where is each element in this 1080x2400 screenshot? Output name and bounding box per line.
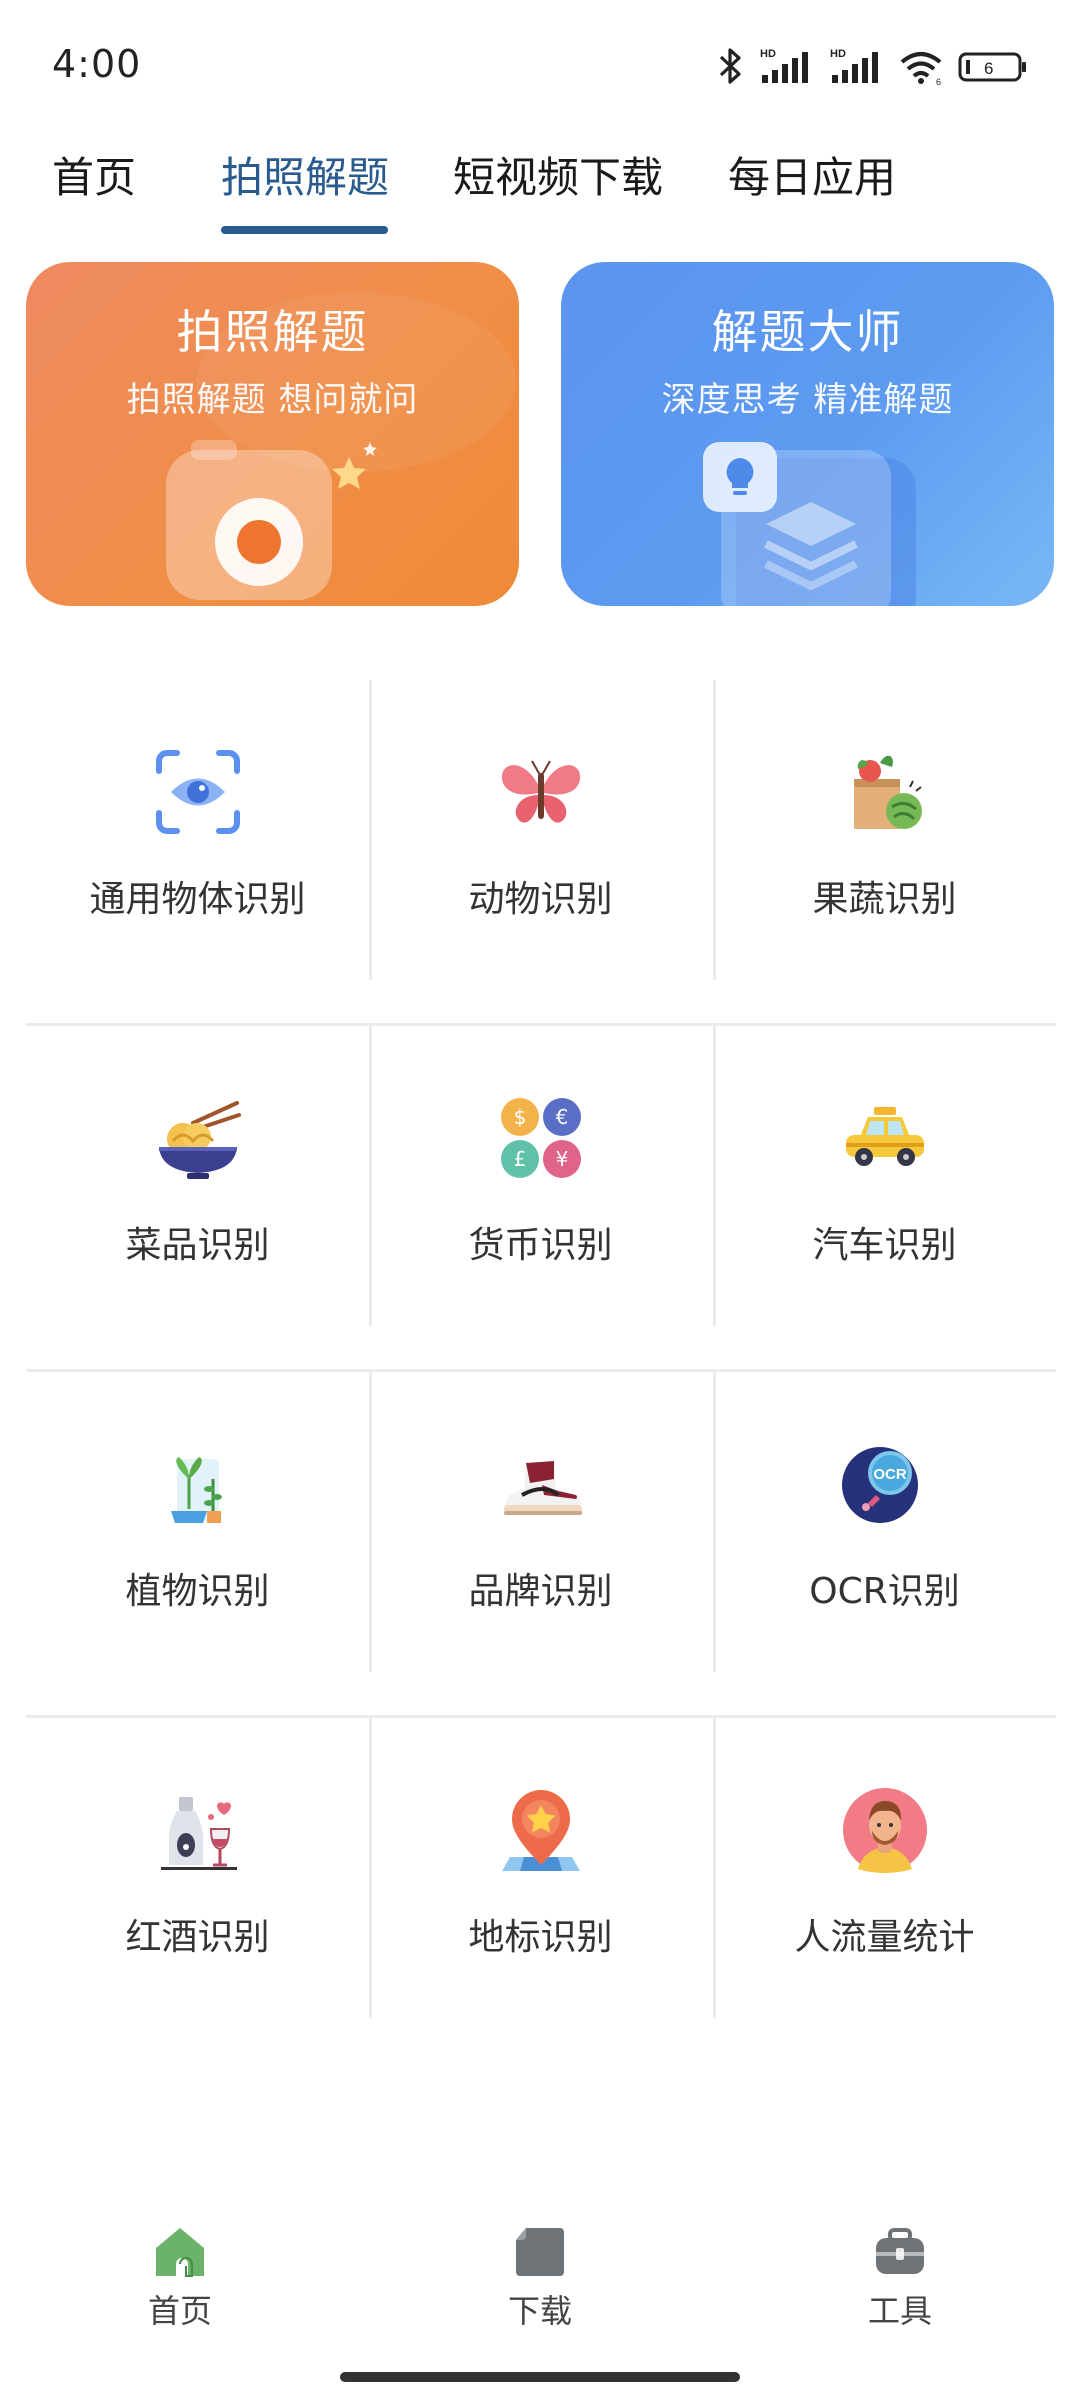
- svg-text:€: €: [555, 1105, 568, 1129]
- bluetooth-icon: [719, 48, 741, 84]
- active-tab-indicator: [221, 226, 388, 234]
- tool-plant[interactable]: 植物识别: [26, 1372, 369, 1715]
- tool-car[interactable]: 汽车识别: [713, 1026, 1056, 1369]
- gesture-home-bar[interactable]: [340, 2372, 740, 2382]
- status-bar: 4:00 HD HD 6 6: [0, 0, 1080, 130]
- tool-label: 货币识别: [468, 1225, 613, 1266]
- banner-solve-master[interactable]: 解题大师 深度思考 精准解题: [561, 262, 1054, 606]
- app-screen: 4:00 HD HD 6 6 首页 拍照解题 短视频下载 每日应用 拍照解题 拍…: [0, 0, 1080, 2400]
- nav-label: 首页: [147, 2292, 212, 2330]
- nav-label: 下载: [507, 2292, 572, 2330]
- tool-fruit-vegetable[interactable]: 果蔬识别: [713, 680, 1056, 1023]
- taxi-icon: [845, 1107, 924, 1166]
- hd-signal-icon: HD: [830, 48, 878, 83]
- noodle-bowl-icon: [158, 1101, 241, 1179]
- download-folder-icon: [516, 2228, 564, 2276]
- status-icons: HD HD 6 6: [718, 44, 1028, 88]
- scan-eye-icon: [155, 750, 240, 834]
- grid-row: 通用物体识别 动物识别 果蔬识别: [26, 680, 1056, 1026]
- svg-text:6: 6: [936, 77, 941, 86]
- tool-crowd-count[interactable]: 人流量统计: [713, 1718, 1056, 2061]
- tool-label: 菜品识别: [125, 1225, 270, 1266]
- tool-general-object[interactable]: 通用物体识别: [26, 680, 369, 1023]
- wine-icon: [160, 1797, 237, 1870]
- grid-row: 红酒识别 地标识别 人流量统计: [26, 1718, 1056, 2061]
- svg-text:£: £: [513, 1147, 526, 1171]
- nav-tools[interactable]: 工具: [800, 2224, 1000, 2332]
- grid-row: 植物识别 品牌识别 OCR OCR识别: [26, 1372, 1056, 1718]
- banner-subtitle: 深度思考 精准解题: [661, 380, 954, 420]
- butterfly-icon: [501, 760, 580, 823]
- tool-wine[interactable]: 红酒识别: [26, 1718, 369, 2061]
- svg-text:OCR: OCR: [873, 1466, 907, 1483]
- tool-animal[interactable]: 动物识别: [369, 680, 712, 1023]
- tool-label: 通用物体识别: [89, 879, 306, 920]
- tool-label: 果蔬识别: [812, 879, 957, 920]
- nav-home[interactable]: 首页: [80, 2224, 280, 2332]
- nav-label: 工具: [867, 2292, 932, 2330]
- tool-label: 动物识别: [468, 879, 613, 920]
- tab-home[interactable]: 首页: [52, 144, 136, 205]
- svg-text:¥: ¥: [555, 1147, 568, 1171]
- tool-label: OCR识别: [809, 1571, 960, 1612]
- hd-signal-icon: HD: [760, 48, 808, 83]
- bottom-nav: 首页 下载 工具: [0, 2210, 1080, 2350]
- ocr-icon: OCR: [841, 1447, 918, 1523]
- banner-title: 解题大师: [711, 305, 904, 359]
- svg-text:HD: HD: [760, 48, 776, 60]
- recognition-tools-grid: 通用物体识别 动物识别 果蔬识别 菜品识别 $ € £ ¥ 货币识别 汽车识别 …: [26, 680, 1056, 2061]
- tool-landmark[interactable]: 地标识别: [369, 1718, 712, 2061]
- wifi-icon: 6: [900, 52, 942, 86]
- vegetable-bag-icon: [853, 755, 922, 829]
- status-time: 4:00: [52, 42, 142, 86]
- banner-title: 拍照解题: [176, 305, 369, 359]
- tool-label: 汽车识别: [812, 1225, 957, 1266]
- tool-label: 品牌识别: [468, 1571, 613, 1612]
- tool-ocr[interactable]: OCR OCR识别: [713, 1372, 1056, 1715]
- tool-label: 红酒识别: [125, 1917, 270, 1958]
- sneaker-icon: [503, 1461, 582, 1515]
- banner-subtitle: 拍照解题 想问就问: [126, 380, 419, 420]
- landmark-pin-icon: [501, 1790, 580, 1871]
- tab-photo-solve[interactable]: 拍照解题: [221, 144, 389, 205]
- tool-currency[interactable]: $ € £ ¥ 货币识别: [369, 1026, 712, 1369]
- tool-label: 地标识别: [468, 1917, 613, 1958]
- home-icon: [156, 2228, 204, 2277]
- toolbox-icon: [876, 2228, 924, 2274]
- tool-label: 植物识别: [125, 1571, 270, 1612]
- banner-photo-solve[interactable]: 拍照解题 拍照解题 想问就问: [26, 262, 519, 606]
- coins-icon: $ € £ ¥: [500, 1098, 581, 1178]
- grid-row: 菜品识别 $ € £ ¥ 货币识别 汽车识别: [26, 1026, 1056, 1372]
- battery-icon: 6: [958, 52, 1026, 82]
- tool-label: 人流量统计: [794, 1917, 975, 1958]
- battery-level: 6: [984, 59, 993, 78]
- tool-dish[interactable]: 菜品识别: [26, 1026, 369, 1369]
- person-avatar-icon: [842, 1788, 927, 1873]
- tab-daily-apps[interactable]: 每日应用: [728, 144, 896, 205]
- nav-download[interactable]: 下载: [440, 2224, 640, 2332]
- tab-short-video-download[interactable]: 短视频下载: [453, 144, 663, 205]
- top-tab-bar: 首页 拍照解题 短视频下载 每日应用: [0, 130, 1080, 240]
- plant-icon: [170, 1457, 222, 1523]
- tool-brand[interactable]: 品牌识别: [369, 1372, 712, 1715]
- svg-text:$: $: [513, 1105, 526, 1129]
- svg-text:HD: HD: [830, 48, 846, 60]
